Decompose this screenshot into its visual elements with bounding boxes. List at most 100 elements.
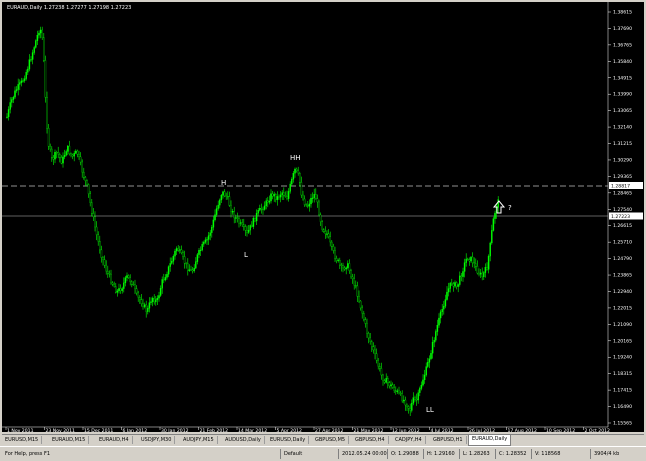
candle-body (302, 194, 304, 200)
y-tick-label: 1.35840 (613, 59, 632, 65)
candle-body (79, 156, 82, 163)
candle-body (417, 392, 419, 401)
y-tick-label: 1.36765 (613, 42, 632, 48)
candle-body (404, 399, 407, 406)
candle-body (319, 214, 322, 222)
candle-body (233, 211, 235, 219)
candle-body (14, 90, 16, 98)
tab-euraud-m15[interactable]: EURAUD,M15 (49, 436, 90, 444)
candle-body (172, 255, 175, 262)
tab-gbpusd-h4[interactable]: GBPUSD,H4 (352, 436, 389, 444)
y-tick-label: 1.15565 (613, 421, 632, 427)
candle-body (254, 218, 256, 222)
candle-body (108, 273, 111, 275)
x-tick-label: 10 Sep 2012 (546, 428, 575, 432)
candle-body (343, 267, 346, 270)
candle-body (89, 193, 91, 203)
candle-body (27, 68, 29, 73)
y-tick-label: 1.31215 (613, 141, 632, 147)
candle-body (209, 232, 211, 236)
candle-body (73, 153, 75, 157)
tab-cadjpy-h4[interactable]: CADJPY,H4 (392, 436, 426, 444)
candle-body (63, 155, 66, 158)
y-tick-label: 1.38615 (613, 10, 632, 16)
status-profile[interactable]: Default (280, 449, 339, 459)
candle-body (57, 152, 59, 155)
candle-body (385, 378, 387, 383)
candle-body (19, 82, 21, 85)
candle-body (321, 221, 323, 230)
candle-body (219, 199, 221, 206)
candle-body (364, 319, 367, 324)
candle-body (347, 263, 349, 268)
tab-audjpy-m15[interactable]: AUDJPY,M15 (180, 436, 218, 444)
status-traffic: 3904/4 kb (590, 449, 644, 459)
tab-usdjpy-m30[interactable]: USDJPY,M30 (138, 436, 176, 444)
candle-body (262, 208, 264, 211)
candle-body (100, 249, 103, 258)
candle-body (335, 258, 338, 261)
candle-body (361, 307, 363, 314)
candle-body (412, 397, 415, 404)
candle-body (431, 342, 434, 354)
candle-body (366, 323, 368, 334)
candle-body (425, 366, 427, 376)
candle-body (350, 270, 352, 278)
y-tick-label: 1.33990 (613, 92, 632, 98)
candle-body (107, 270, 109, 274)
dashed-level-label: 1.28817 (611, 184, 630, 190)
candle-body (327, 233, 330, 237)
y-tick-label: 1.22940 (613, 289, 632, 295)
candle-body (294, 168, 296, 174)
candle-body (132, 284, 135, 286)
candle-body (126, 275, 128, 278)
y-tick-label: 1.22015 (613, 305, 632, 311)
tab-euraud-daily[interactable]: EURAUD,Daily (468, 435, 512, 446)
candle-body (43, 37, 45, 61)
candle-body (476, 266, 479, 274)
candle-body (252, 218, 255, 227)
candle-body (446, 291, 448, 300)
y-tick-label: 1.37690 (613, 26, 632, 32)
candle-body (60, 157, 63, 164)
candle-body (75, 150, 77, 154)
y-tick-label: 1.16490 (613, 404, 632, 410)
chart-title: EURAUD,Daily 1.27238 1.27277 1.27198 1.2… (7, 5, 132, 11)
candle-body (359, 300, 362, 309)
candle-body (388, 382, 391, 387)
candle-body (329, 236, 331, 243)
tab-euraud-h4[interactable]: EURAUD,H4 (96, 436, 133, 444)
candle-body (158, 295, 160, 299)
tab-eurusd-m15[interactable]: EURUSD,M15 (2, 436, 43, 444)
tab-eurusd-daily[interactable]: EURUSD,Daily (267, 436, 310, 444)
price-chart[interactable]: 1.38615 1.37690 1.36765 1.35840 1.34915 1.339… (2, 2, 644, 432)
chart-canvas[interactable]: 1.38615 1.37690 1.36765 1.35840 1.34915 1.339… (2, 2, 644, 432)
x-tick-label: 26 Jul 2012 (469, 428, 495, 432)
candle-body (127, 275, 130, 278)
candle-body (420, 384, 423, 389)
candle-body (375, 353, 378, 361)
tab-audusd-daily[interactable]: AUDUSD,Daily (222, 436, 265, 444)
candle-body (377, 360, 379, 367)
candle-body (441, 308, 443, 313)
tab-gbpusd-h1[interactable]: GBPUSD,H1 (430, 436, 467, 444)
candle-body (83, 171, 85, 178)
candle-body (454, 282, 456, 287)
candle-body (103, 259, 106, 266)
candle-body (289, 183, 291, 192)
candle-body (159, 288, 162, 296)
candle-body (297, 170, 299, 174)
candle-body (382, 374, 384, 381)
candle-body (78, 154, 80, 158)
candle-body (475, 263, 477, 267)
annotation-question: ? (508, 204, 512, 212)
candle-body (230, 205, 232, 212)
y-tick-label: 1.25710 (613, 240, 632, 246)
annotation-lower-low: LL (426, 406, 434, 414)
x-tick-label: 27 Apr 2012 (315, 428, 343, 432)
tab-gbpusd-m5[interactable]: GBPUSD,M5 (312, 436, 350, 444)
candle-body (483, 272, 485, 278)
candle-body (207, 235, 210, 240)
candle-body (195, 261, 197, 269)
candle-body (92, 213, 95, 217)
